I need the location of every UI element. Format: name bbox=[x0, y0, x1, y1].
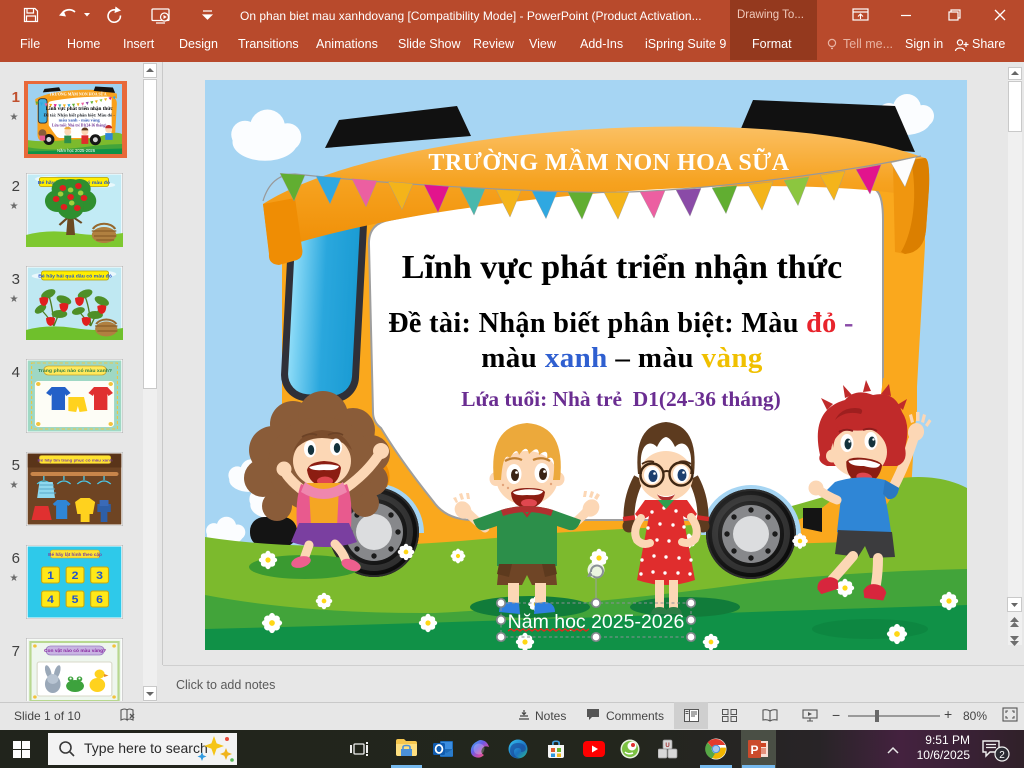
svg-text:U: U bbox=[665, 743, 669, 749]
svg-text:Lĩnh vực phát triển nhận thức: Lĩnh vực phát triển nhận thức bbox=[402, 249, 842, 286]
svg-text:Đề tài: Nhận biết phân biệt: M: Đề tài: Nhận biết phân biệt: Màu đỏ - bbox=[388, 308, 854, 339]
svg-text:TRƯỜNG MẦM NON HOA SỮA: TRƯỜNG MẦM NON HOA SỮA bbox=[428, 149, 789, 176]
svg-text:Bé hãy lật hình theo cặp: Bé hãy lật hình theo cặp bbox=[48, 552, 102, 557]
svg-text:Lĩnh vực phát triển nhận thức: Lĩnh vực phát triển nhận thức bbox=[46, 105, 114, 112]
svg-text:P: P bbox=[750, 743, 758, 757]
svg-text:5: 5 bbox=[72, 594, 79, 606]
svg-text:Con vật nào có màu vàng?: Con vật nào có màu vàng? bbox=[44, 648, 106, 653]
svg-text:6: 6 bbox=[96, 594, 103, 606]
svg-text:1: 1 bbox=[47, 570, 54, 582]
svg-text:Đề tài: Nhận biết phân biệt: M: Đề tài: Nhận biết phân biệt: Màu đỏ - bbox=[44, 113, 116, 118]
svg-text:Trang phục nào có màu xanh?: Trang phục nào có màu xanh? bbox=[38, 368, 112, 374]
svg-text:2: 2 bbox=[999, 750, 1005, 761]
svg-text:màu xanh - màu vàng: màu xanh - màu vàng bbox=[59, 117, 101, 122]
svg-text:3: 3 bbox=[96, 570, 103, 582]
svg-text:Năm học 2025-2026: Năm học 2025-2026 bbox=[57, 148, 96, 153]
svg-text:Bé hãy tìm trang phục có màu x: Bé hãy tìm trang phục có màu xanh bbox=[38, 458, 113, 463]
svg-text:Bé hãy hái quả dâu có màu đỏ: Bé hãy hái quả dâu có màu đỏ bbox=[38, 274, 112, 280]
svg-text:TRƯỜNG MẦM NON HOA SỮA: TRƯỜNG MẦM NON HOA SỮA bbox=[49, 92, 107, 97]
svg-text:4: 4 bbox=[47, 594, 54, 606]
svg-text:2: 2 bbox=[72, 570, 79, 582]
svg-text:Lứa tuổi: Nhà trẻ D1(24-36 th: Lứa tuổi: Nhà trẻ D1(24-36 tháng) bbox=[461, 387, 780, 411]
svg-text:màu xanh – màu vàng: màu xanh – màu vàng bbox=[481, 342, 763, 374]
